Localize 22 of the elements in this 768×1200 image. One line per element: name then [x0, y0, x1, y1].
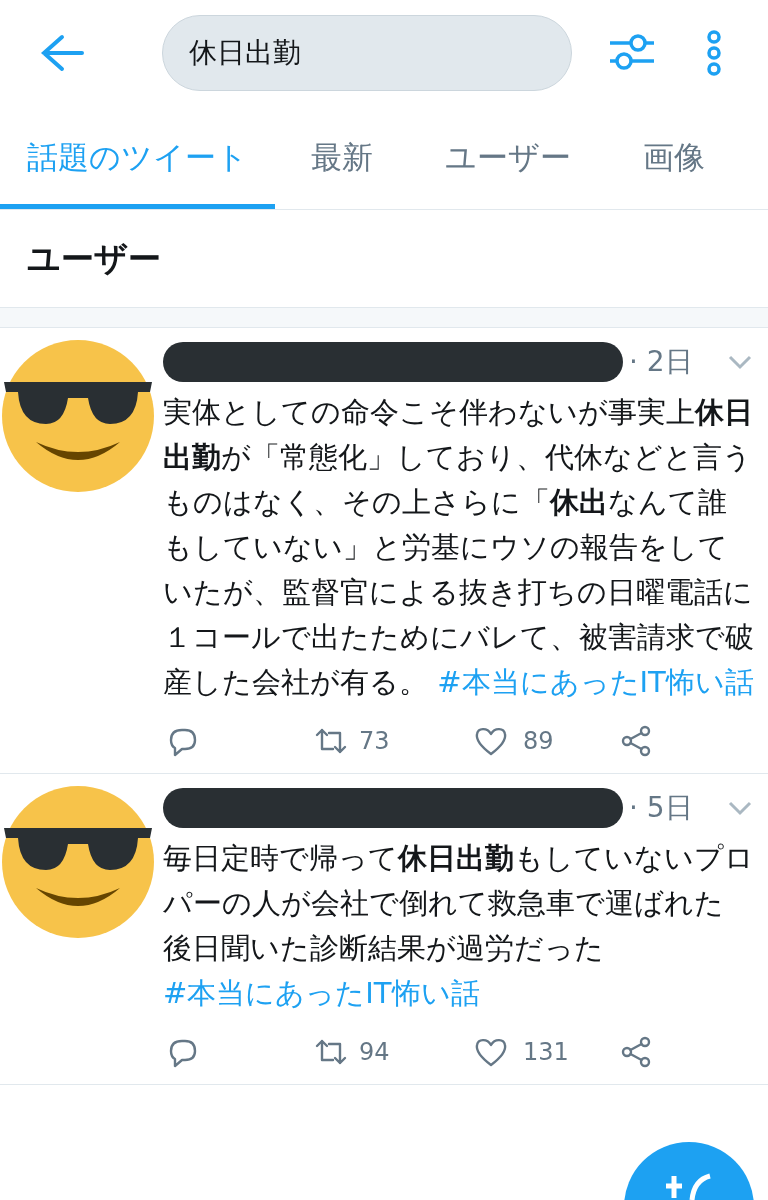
like-count: 89	[523, 726, 554, 757]
retweet-count: 73	[359, 726, 390, 757]
search-tab[interactable]: 最新	[275, 105, 409, 209]
section-title: ユーザー	[27, 237, 161, 280]
avatar-icon[interactable]	[0, 784, 156, 940]
filter-sliders-icon[interactable]	[608, 32, 656, 73]
tweet-text: 毎日定時で帰って休日出勤もしていないプロパーの人が会社で倒れて救急車で運ばれた	[163, 840, 754, 922]
back-arrow-icon[interactable]	[40, 32, 86, 73]
more-options-icon[interactable]	[706, 29, 722, 76]
search-tab[interactable]: 話題のツイート	[0, 105, 275, 209]
avatar-icon[interactable]	[0, 338, 156, 494]
tweet-text: 実体としての命令こそ伴わないが事実上休日出勤が「常態化」しており、代休などと言うものはなく、その上さらに「休出なんて誰もしていない」と労基にウソの報告をしていたが、監督官による抜き打ちの日曜電話に１コールで出たためにバレて、被害請求で破産した会社が有る。 #本当にあったIT怖い話	[163, 394, 754, 701]
tweet-text: 後日聞いた診断結果が過労だった #本当にあったIT怖い話	[163, 930, 605, 1012]
retweet-count: 94	[359, 1037, 390, 1068]
hashtag-link[interactable]: #本当にあったIT怖い話	[163, 976, 480, 1010]
like-count: 131	[523, 1037, 569, 1068]
search-field[interactable]: 休日出勤	[162, 14, 572, 91]
search-tab[interactable]: 画像	[607, 105, 741, 209]
hashtag-link[interactable]: #本当にあったIT怖い話	[437, 665, 754, 699]
search-tab[interactable]: ユーザー	[409, 105, 607, 209]
tweet-time: · 5日	[629, 790, 693, 826]
tweet-time: · 2日	[629, 344, 693, 380]
